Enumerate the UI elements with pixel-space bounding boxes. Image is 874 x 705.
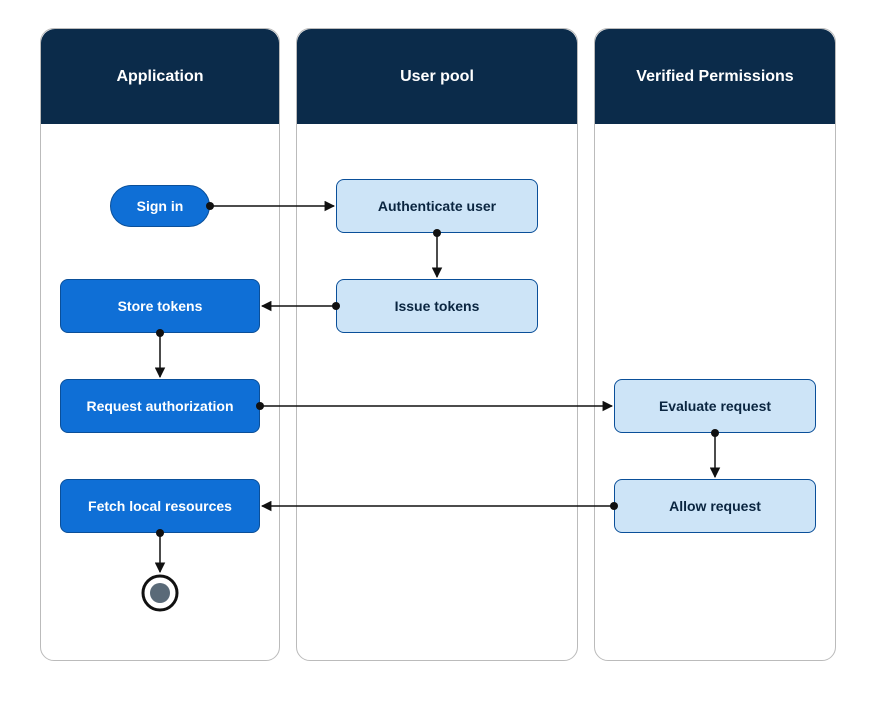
- node-request-authorization: Request authorization: [60, 379, 260, 433]
- node-label: Sign in: [137, 198, 184, 214]
- lane-title: Verified Permissions: [636, 68, 793, 86]
- lane-header-application: Application: [41, 29, 279, 124]
- lane-title: User pool: [400, 68, 474, 86]
- lane-title: Application: [116, 68, 203, 86]
- lane-verified: Verified Permissions: [594, 28, 836, 661]
- node-authenticate-user: Authenticate user: [336, 179, 538, 233]
- lane-application: Application: [40, 28, 280, 661]
- lane-header-userpool: User pool: [297, 29, 577, 124]
- node-label: Request authorization: [86, 398, 233, 414]
- node-evaluate-request: Evaluate request: [614, 379, 816, 433]
- node-label: Evaluate request: [659, 398, 771, 414]
- node-sign-in: Sign in: [110, 185, 210, 227]
- lane-userpool: User pool: [296, 28, 578, 661]
- node-issue-tokens: Issue tokens: [336, 279, 538, 333]
- node-label: Fetch local resources: [88, 498, 232, 514]
- node-label: Allow request: [669, 498, 761, 514]
- node-fetch-resources: Fetch local resources: [60, 479, 260, 533]
- node-label: Store tokens: [118, 298, 203, 314]
- node-store-tokens: Store tokens: [60, 279, 260, 333]
- node-allow-request: Allow request: [614, 479, 816, 533]
- lane-header-verified: Verified Permissions: [595, 29, 835, 124]
- node-label: Authenticate user: [378, 198, 496, 214]
- node-label: Issue tokens: [395, 298, 480, 314]
